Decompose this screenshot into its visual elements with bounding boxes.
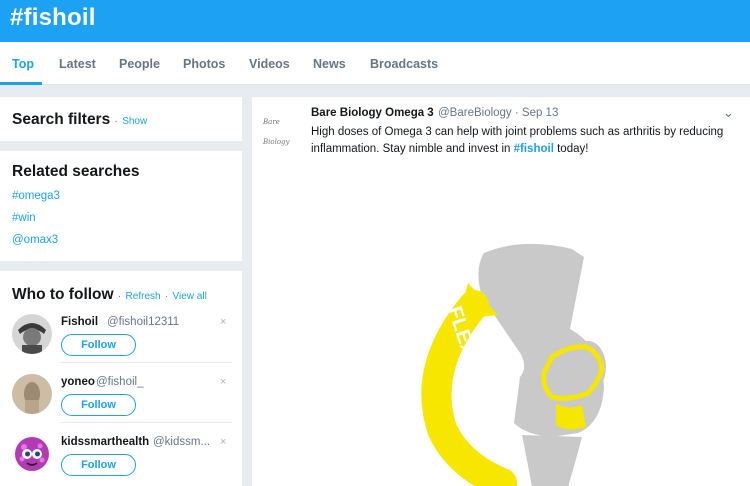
avatar[interactable] [12,314,52,354]
chevron-down-icon[interactable]: ⌄ [723,105,734,121]
follow-button[interactable]: Follow [61,454,136,476]
who-to-follow-card: Who to follow · Refresh · View all Fisho… [0,271,242,486]
refresh-link[interactable]: Refresh [126,291,161,302]
suggested-user-name[interactable]: yoneo [61,376,95,388]
follow-button[interactable]: Follow [61,334,136,356]
avatar-image [12,434,52,474]
tweet-text: High doses of Omega 3 can help with join… [311,124,739,158]
search-filters-separator: · [114,116,118,127]
tab-people[interactable]: People [119,57,160,71]
suggested-user-name[interactable]: Fishoil [61,316,98,328]
who-to-follow-separator-2: · [164,291,169,302]
divider [60,422,232,423]
tweet-author-name[interactable]: Bare Biology Omega 3 [311,107,434,119]
tab-broadcasts[interactable]: Broadcasts [370,57,438,71]
suggested-user-handle[interactable]: @fishoil12311 [107,316,179,328]
tweet-handle-date[interactable]: @BareBiology · Sep 13 [438,107,558,119]
tab-top[interactable]: Top [12,57,34,71]
author-avatar[interactable]: Bare Biology [263,112,305,146]
search-filters-heading: Search filters [12,111,111,128]
tab-photos[interactable]: Photos [183,57,225,71]
related-search-omax3[interactable]: @omax3 [12,234,58,246]
avatar[interactable] [12,374,52,414]
who-to-follow-title: Who to follow · Refresh · View all [12,286,207,304]
suggested-user-name[interactable]: kidssmarthealth [61,436,149,448]
tweet-hashtag-link[interactable]: #fishoil [514,143,554,155]
search-filters-show-link[interactable]: Show [122,116,147,127]
avatar[interactable] [12,434,52,474]
divider [60,362,232,363]
view-all-link[interactable]: View all [173,291,207,302]
avatar-image [12,314,52,354]
search-filters-title: Search filters · Show [12,111,147,129]
active-tab-indicator [0,82,42,85]
dismiss-icon[interactable]: × [220,316,226,328]
follow-suggestion-fishoil: Fishoil @fishoil12311 Follow × [12,314,232,372]
suggested-user-handle[interactable]: @kidssm... [153,436,210,448]
tab-videos[interactable]: Videos [249,57,290,71]
search-query-title: #fishoil [10,4,96,31]
tweet-card[interactable]: Bare Biology Bare Biology Omega 3 @BareB… [252,97,750,486]
tab-latest[interactable]: Latest [59,57,96,71]
related-search-win[interactable]: #win [12,212,36,224]
follow-button[interactable]: Follow [61,394,136,416]
dismiss-icon[interactable]: × [220,376,226,388]
tab-news[interactable]: News [313,57,346,71]
who-to-follow-separator: · [117,291,122,302]
knee-joint-illustration: FLEXIBILITY [421,243,606,486]
tweet-media-image[interactable]: FLEXIBILITY [252,197,742,486]
tweet-text-end: today! [553,143,589,155]
search-nav-tabs: Top Latest People Photos Videos News Bro… [0,42,750,85]
who-to-follow-heading: Who to follow [12,286,114,303]
related-searches-card: Related searches #omega3 #win @omax3 [0,151,242,261]
avatar-image [12,374,52,414]
suggested-user-handle[interactable]: @fishoil_ [96,376,143,388]
dismiss-icon[interactable]: × [220,436,226,448]
search-header: #fishoil [0,0,750,42]
related-search-omega3[interactable]: #omega3 [12,190,60,202]
related-searches-title: Related searches [12,163,140,180]
search-filters-card: Search filters · Show [0,97,242,141]
follow-suggestion-kidssmarthealth: kidssmarthealth @kidssm... Follow × [12,434,232,486]
follow-suggestion-yoneo: yoneo @fishoil_ Follow × [12,374,232,432]
